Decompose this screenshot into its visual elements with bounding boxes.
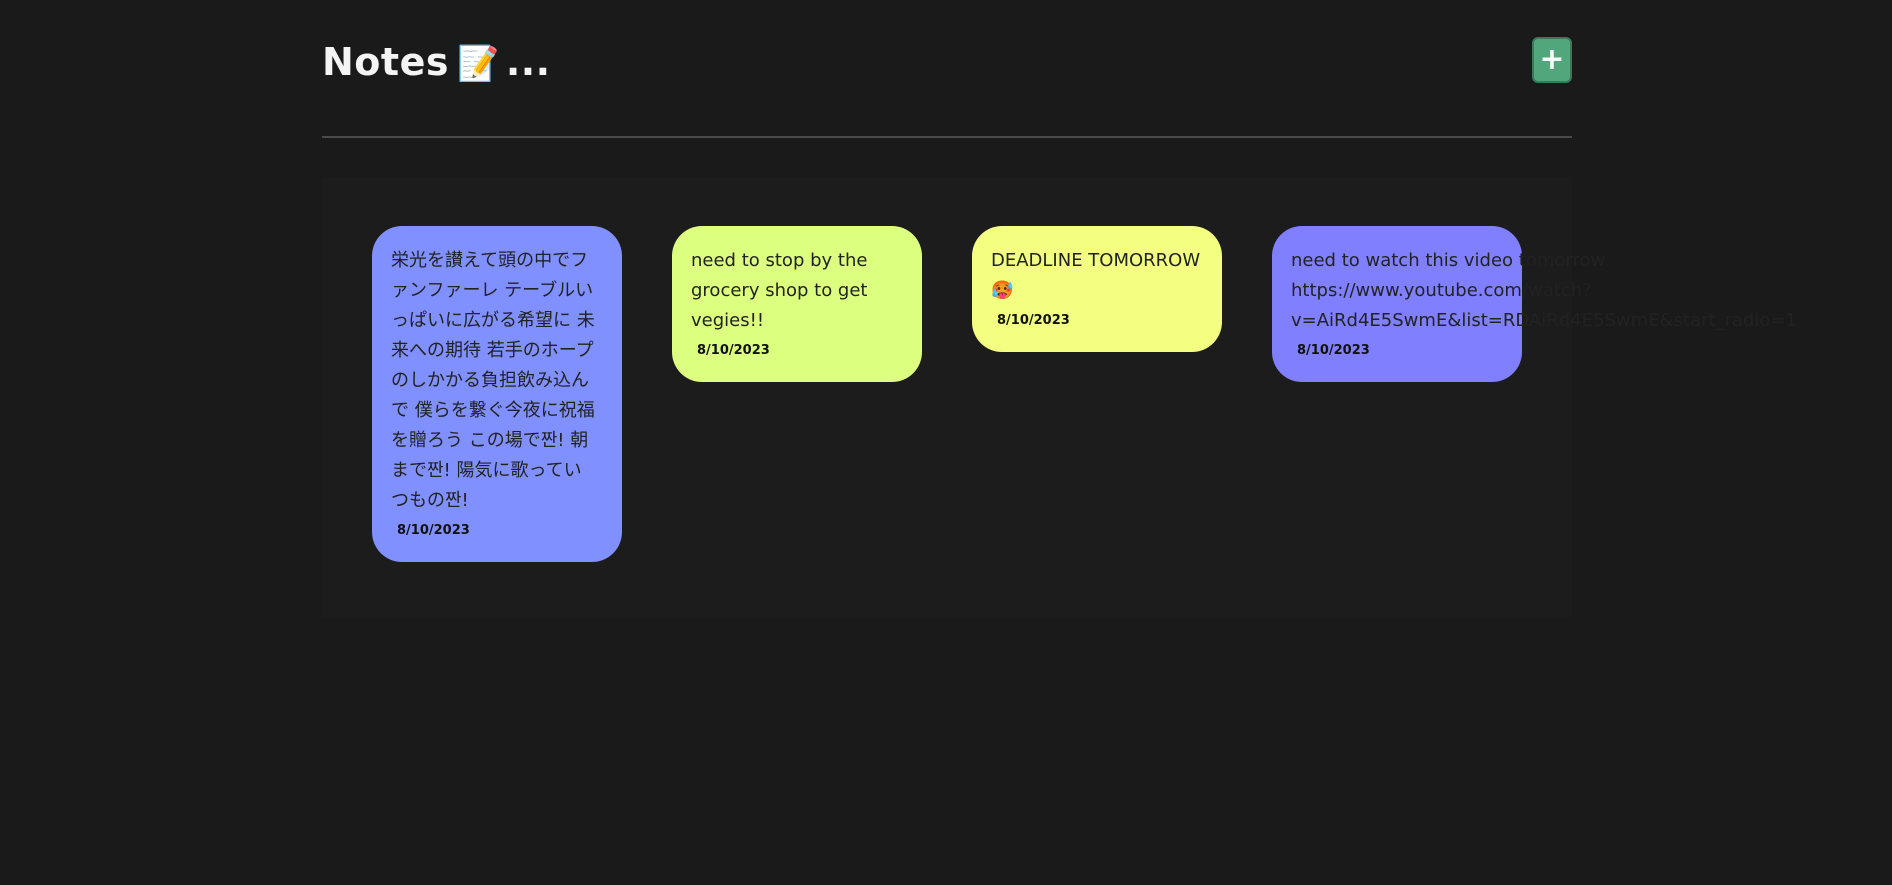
note-line: 栄光を讃えて頭の中でフ xyxy=(391,250,589,271)
note-date: 8/10/2023 xyxy=(997,313,1070,328)
add-note-button[interactable]: + xyxy=(1532,37,1572,83)
note-line: を贈ろう この場で짠! 朝 xyxy=(391,430,589,451)
note-text: need to stop by the grocery shop to get … xyxy=(691,246,903,336)
note-text: need to watch this video tomorrow https:… xyxy=(1291,246,1797,336)
notes-board: 栄光を讃えて頭の中でフ ァンファーレ テーブルい っぱいに広がる希望に 未 来へ… xyxy=(322,177,1797,617)
note-line: つもの짠! xyxy=(391,490,469,511)
note-date: 8/10/2023 xyxy=(397,523,470,538)
note-line: need to stop by the xyxy=(691,250,868,271)
note-date: 8/10/2023 xyxy=(697,343,770,358)
note-card[interactable]: 栄光を讃えて頭の中でフ ァンファーレ テーブルい っぱいに広がる希望に 未 来へ… xyxy=(372,226,622,562)
page-title-suffix: ... xyxy=(505,40,551,84)
page-title-text: Notes xyxy=(322,40,449,84)
note-card[interactable]: need to watch this video tomorrow https:… xyxy=(1272,226,1797,382)
note-line: DEADLINE TOMORROW xyxy=(991,250,1201,271)
header: Notes 📝... + xyxy=(322,0,1572,138)
note-card[interactable]: DEADLINE TOMORROW 🥵 8/10/2023 xyxy=(972,226,1222,352)
note-line: v=AiRd4E5SwmE&list=RDAiRd4E5SwmE&start_r… xyxy=(1291,310,1797,331)
note-line: で 僕らを繋ぐ今夜に祝福 xyxy=(391,400,595,421)
note-card[interactable]: need to stop by the grocery shop to get … xyxy=(672,226,922,382)
memo-icon: 📝 xyxy=(456,44,500,84)
note-line: 来への期待 若手のホープ xyxy=(391,340,594,361)
note-line: grocery shop to get xyxy=(691,280,868,301)
note-line: っぱいに広がる希望に 未 xyxy=(391,310,595,331)
note-line: vegies!! xyxy=(691,310,765,331)
note-text: 栄光を讃えて頭の中でフ ァンファーレ テーブルい っぱいに広がる希望に 未 来へ… xyxy=(391,246,603,516)
note-text: DEADLINE TOMORROW 🥵 xyxy=(991,246,1203,306)
note-line: https://www.youtube.com/watch? xyxy=(1291,280,1592,301)
note-date: 8/10/2023 xyxy=(1297,343,1370,358)
notes-app: Notes 📝... + 栄光を讃えて頭の中でフ ァンファーレ テーブルい っぱい… xyxy=(322,0,1797,617)
note-line: のしかかる負担飲み込ん xyxy=(391,370,589,391)
page-title: Notes 📝... xyxy=(322,36,551,90)
note-line: need to watch this video tomorrow xyxy=(1291,250,1606,271)
note-line: 🥵 xyxy=(991,280,1014,301)
note-line: ァンファーレ テーブルい xyxy=(391,280,594,301)
note-line: まで짠! 陽気に歌ってい xyxy=(391,460,582,481)
